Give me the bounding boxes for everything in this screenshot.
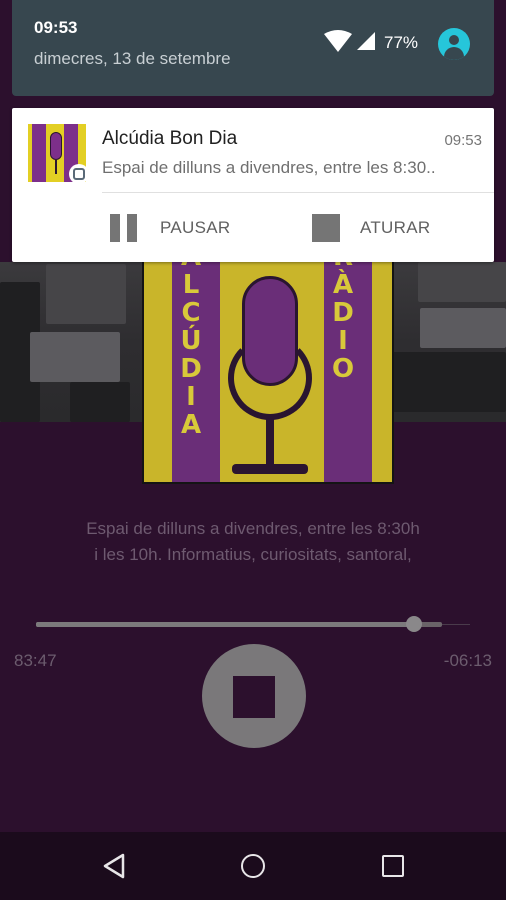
notification-title: Alcúdia Bon Dia bbox=[102, 128, 238, 149]
home-button[interactable] bbox=[223, 846, 283, 886]
status-date: dimecres, 13 de setembre bbox=[34, 49, 231, 68]
elapsed-time: 83:47 bbox=[14, 651, 57, 670]
stop-icon bbox=[312, 214, 340, 242]
wifi-icon bbox=[324, 30, 352, 52]
notification-text: Espai de dilluns a divendres, entre les … bbox=[102, 158, 436, 177]
recents-button[interactable] bbox=[363, 846, 423, 886]
album-cover: ALCÚDIA RÀDIO bbox=[142, 234, 394, 484]
notification-badge-icon bbox=[69, 164, 89, 184]
battery-level: 77% bbox=[384, 33, 419, 52]
navigation-bar bbox=[0, 832, 506, 900]
pause-button[interactable]: PAUSAR bbox=[110, 206, 230, 250]
notification-shade-header: 09:53 dimecres, 13 de setembre 77% bbox=[12, 0, 494, 96]
cover-right-text: RÀDIO bbox=[328, 242, 358, 382]
stop-icon bbox=[233, 676, 275, 718]
media-notification[interactable]: Alcúdia Bon Dia 09:53 Espai de dilluns a… bbox=[12, 108, 494, 262]
seek-bar[interactable] bbox=[36, 616, 442, 632]
back-button[interactable] bbox=[84, 846, 144, 886]
divider bbox=[102, 192, 494, 193]
signal-icon bbox=[357, 32, 375, 50]
stop-button[interactable]: ATURAR bbox=[312, 206, 430, 250]
notification-time: 09:53 bbox=[444, 132, 482, 149]
user-avatar-icon[interactable] bbox=[438, 28, 470, 60]
seek-thumb[interactable] bbox=[405, 616, 422, 632]
stop-playback-button[interactable] bbox=[202, 644, 306, 748]
seek-progress bbox=[36, 622, 414, 627]
status-time: 09:53 bbox=[34, 18, 78, 37]
description-line-1: Espai de dilluns a divendres, entre les … bbox=[86, 519, 420, 538]
remaining-time: -06:13 bbox=[443, 651, 492, 670]
home-icon bbox=[241, 854, 265, 878]
description-line-2: i les 10h. Informatius, curiositats, san… bbox=[94, 545, 412, 564]
pause-icon bbox=[110, 214, 138, 242]
back-icon bbox=[103, 853, 125, 879]
recents-icon bbox=[382, 855, 404, 877]
episode-description: Espai de dilluns a divendres, entre les … bbox=[30, 516, 476, 568]
stop-label: ATURAR bbox=[360, 218, 431, 237]
cover-left-text: ALCÚDIA bbox=[176, 242, 206, 438]
pause-label: PAUSAR bbox=[160, 218, 231, 237]
